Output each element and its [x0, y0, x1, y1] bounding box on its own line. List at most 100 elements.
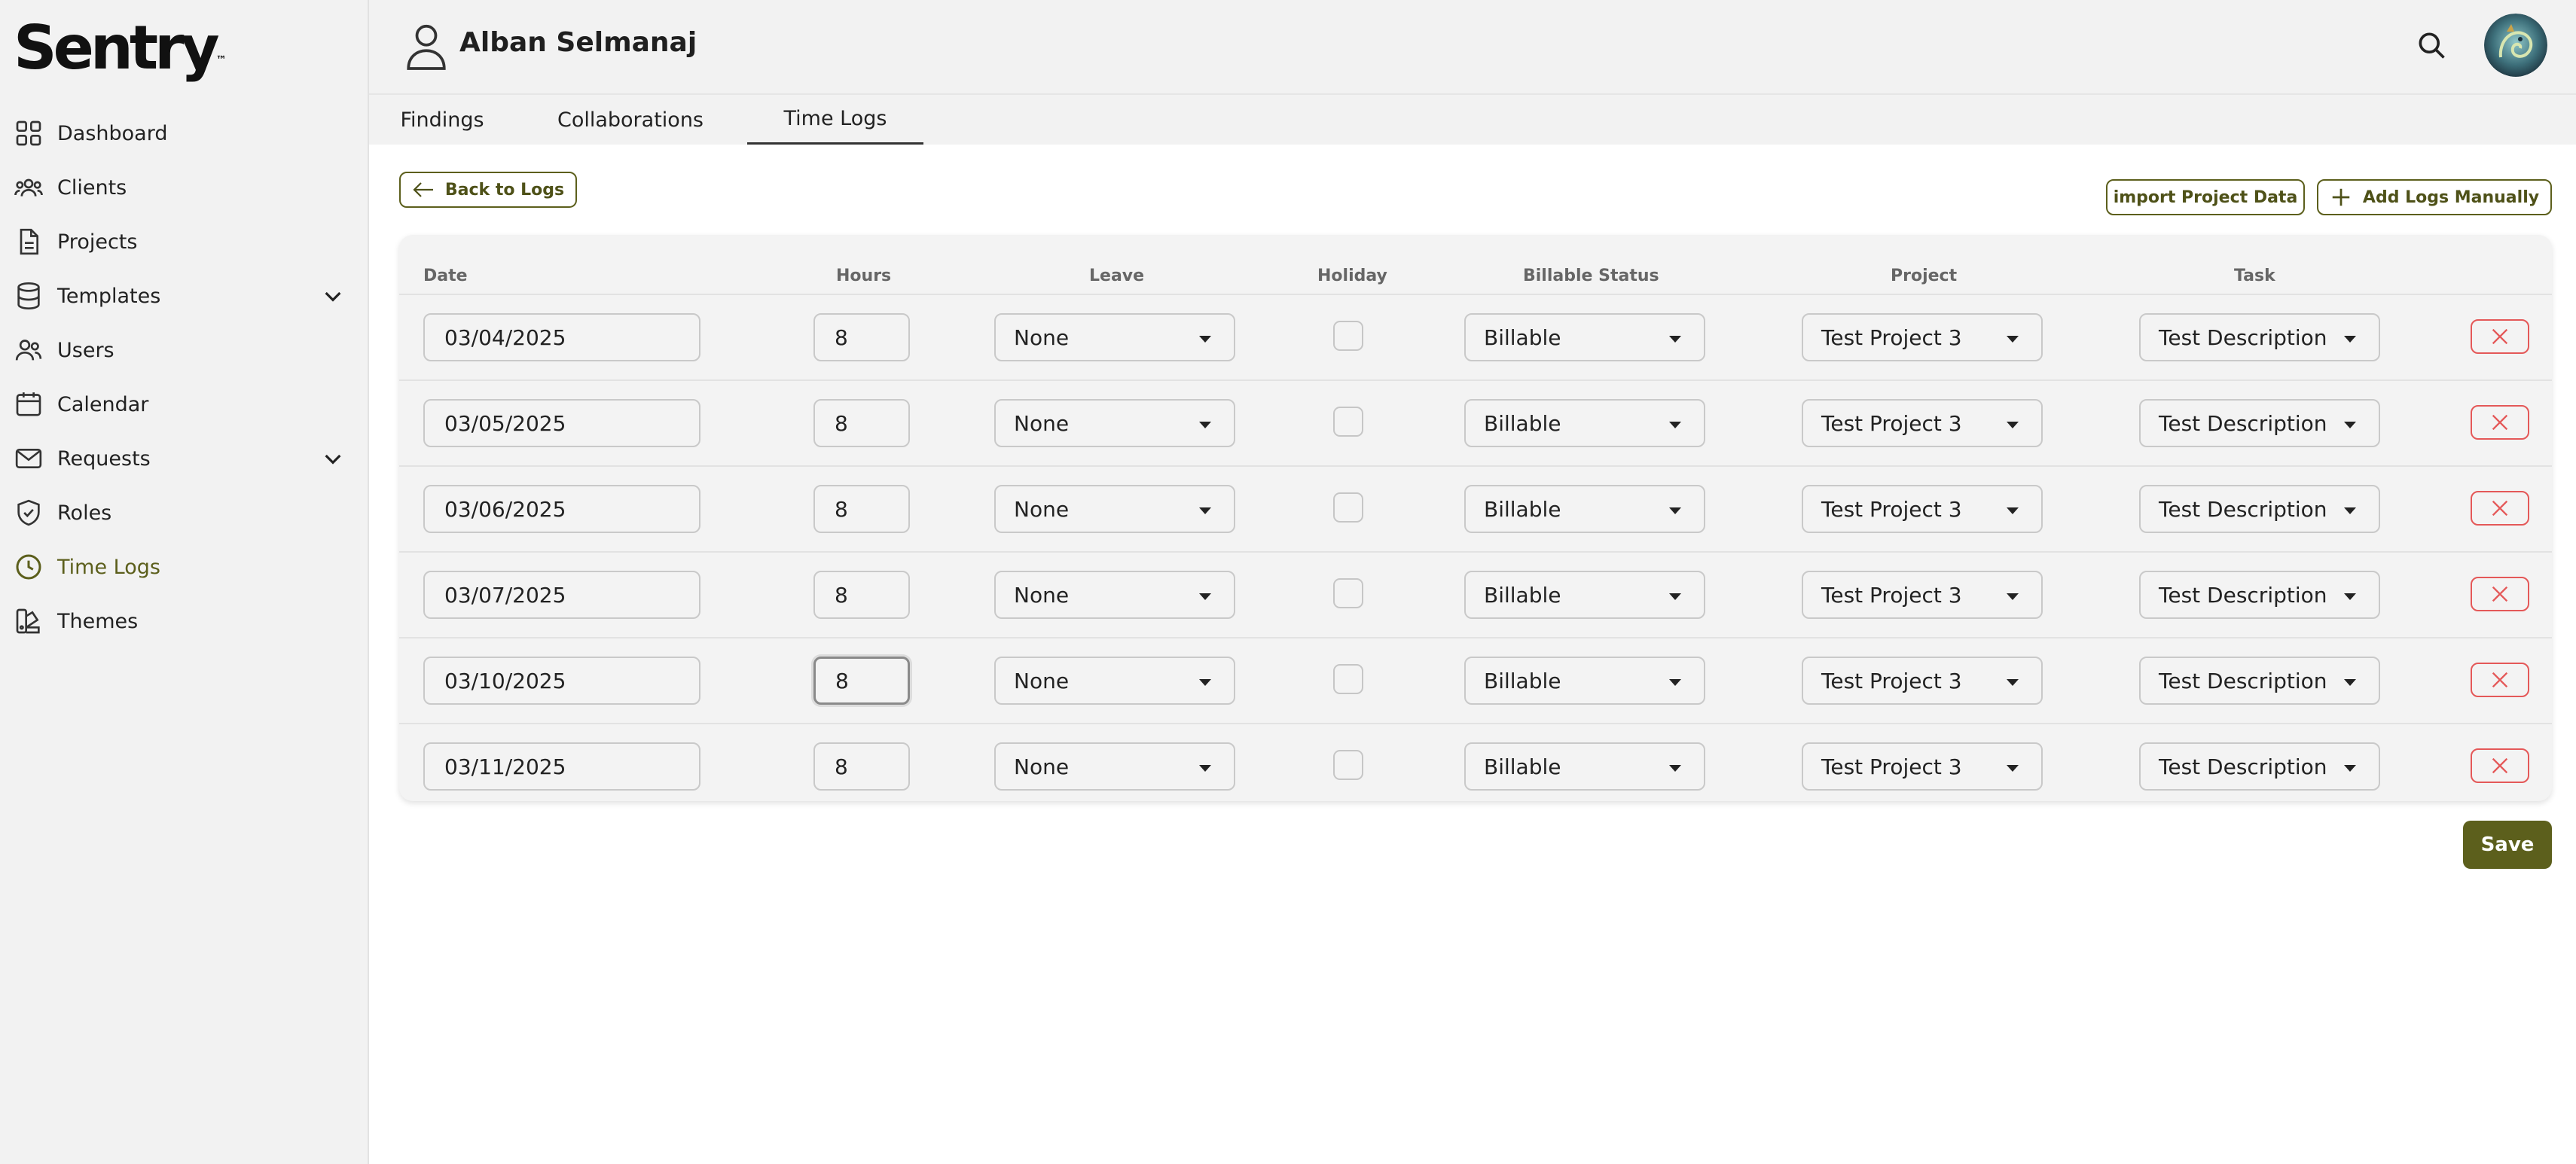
date-input[interactable]: 03/04/2025 — [423, 313, 700, 361]
caret-down-icon — [2344, 507, 2356, 514]
project-select[interactable]: Test Project 3 — [1802, 742, 2043, 791]
search-icon[interactable] — [2415, 29, 2448, 62]
project-value: Test Project 3 — [1821, 496, 1962, 522]
holiday-checkbox[interactable] — [1333, 750, 1363, 780]
project-value: Test Project 3 — [1821, 325, 1962, 350]
delete-row-button[interactable] — [2471, 319, 2529, 354]
leave-select[interactable]: None — [994, 742, 1235, 791]
chevron-down-icon[interactable] — [321, 284, 345, 308]
billable-status-select[interactable]: Billable — [1464, 571, 1705, 619]
task-value: Test Description — [2159, 582, 2327, 608]
hours-input[interactable]: 8 — [813, 313, 910, 361]
leave-value: None — [1014, 410, 1070, 436]
back-to-logs-button[interactable]: Back to Logs — [399, 172, 577, 208]
holiday-checkbox[interactable] — [1333, 321, 1363, 351]
sidebar-item-users[interactable]: Users — [14, 328, 345, 373]
sidebar-item-time-logs[interactable]: Time Logs — [14, 544, 345, 590]
sidebar-item-themes[interactable]: Themes — [14, 599, 345, 644]
leave-select[interactable]: None — [994, 657, 1235, 705]
project-select[interactable]: Test Project 3 — [1802, 571, 2043, 619]
billable-status-value: Billable — [1484, 496, 1561, 522]
sidebar: Sentry™ Dashboard Clients Projects Templ… — [0, 0, 369, 1164]
sidebar-item-projects[interactable]: Projects — [14, 219, 345, 264]
tab-label: Findings — [400, 108, 484, 132]
leave-select[interactable]: None — [994, 485, 1235, 533]
delete-row-button[interactable] — [2471, 663, 2529, 697]
task-select[interactable]: Test Description — [2139, 399, 2380, 447]
header-date: Date — [423, 267, 468, 285]
chevron-down-icon[interactable] — [321, 446, 345, 471]
caret-down-icon — [2007, 336, 2019, 343]
delete-row-button[interactable] — [2471, 405, 2529, 440]
leave-select[interactable]: None — [994, 571, 1235, 619]
holiday-checkbox[interactable] — [1333, 492, 1363, 523]
header-task: Task — [2234, 267, 2275, 285]
leave-select[interactable]: None — [994, 399, 1235, 447]
palette-icon — [14, 606, 44, 636]
task-select[interactable]: Test Description — [2139, 485, 2380, 533]
sidebar-item-label: Clients — [57, 175, 127, 200]
delete-row-button[interactable] — [2471, 491, 2529, 526]
project-select[interactable]: Test Project 3 — [1802, 399, 2043, 447]
task-select[interactable]: Test Description — [2139, 571, 2380, 619]
date-input[interactable]: 03/06/2025 — [423, 485, 700, 533]
import-project-data-button[interactable]: import Project Data — [2106, 179, 2305, 215]
hours-input[interactable]: 8 — [813, 657, 910, 705]
project-select[interactable]: Test Project 3 — [1802, 485, 2043, 533]
hours-input[interactable]: 8 — [813, 571, 910, 619]
leave-value: None — [1014, 668, 1070, 693]
task-value: Test Description — [2159, 496, 2327, 522]
save-button[interactable]: Save — [2463, 821, 2552, 869]
caret-down-icon — [2344, 422, 2356, 428]
hours-input[interactable]: 8 — [813, 742, 910, 791]
add-logs-manually-button[interactable]: Add Logs Manually — [2317, 179, 2552, 215]
sidebar-item-dashboard[interactable]: Dashboard — [14, 111, 345, 156]
caret-down-icon — [2344, 679, 2356, 686]
sidebar-item-requests[interactable]: Requests — [14, 436, 345, 481]
caret-down-icon — [1669, 679, 1681, 686]
date-input[interactable]: 03/05/2025 — [423, 399, 700, 447]
holiday-checkbox[interactable] — [1333, 664, 1363, 694]
sidebar-item-templates[interactable]: Templates — [14, 273, 345, 318]
task-select[interactable]: Test Description — [2139, 313, 2380, 361]
billable-status-select[interactable]: Billable — [1464, 313, 1705, 361]
tab-time-logs[interactable]: Time Logs — [747, 95, 923, 145]
time-logs-table: Date Hours Leave Holiday Billable Status… — [399, 235, 2552, 801]
sidebar-item-clients[interactable]: Clients — [14, 165, 345, 210]
date-input[interactable]: 03/07/2025 — [423, 571, 700, 619]
leave-select[interactable]: None — [994, 313, 1235, 361]
delete-row-button[interactable] — [2471, 577, 2529, 611]
project-value: Test Project 3 — [1821, 582, 1962, 608]
sidebar-item-calendar[interactable]: Calendar — [14, 382, 345, 427]
task-select[interactable]: Test Description — [2139, 657, 2380, 705]
sidebar-item-label: Users — [57, 338, 114, 362]
holiday-checkbox[interactable] — [1333, 407, 1363, 437]
hours-input[interactable]: 8 — [813, 399, 910, 447]
table-row: 03/04/2025 8 None Billable Test Project … — [399, 294, 2552, 379]
table-row: 03/07/2025 8 None Billable Test Project … — [399, 551, 2552, 637]
project-value: Test Project 3 — [1821, 668, 1962, 693]
tab-bar: Findings Collaborations Time Logs — [369, 93, 2576, 145]
caret-down-icon — [1669, 336, 1681, 343]
avatar[interactable] — [2484, 14, 2547, 77]
billable-status-select[interactable]: Billable — [1464, 742, 1705, 791]
project-select[interactable]: Test Project 3 — [1802, 657, 2043, 705]
billable-status-select[interactable]: Billable — [1464, 657, 1705, 705]
billable-status-select[interactable]: Billable — [1464, 485, 1705, 533]
header-billable-status: Billable Status — [1523, 267, 1659, 285]
delete-row-button[interactable] — [2471, 748, 2529, 783]
hours-input[interactable]: 8 — [813, 485, 910, 533]
close-icon — [2492, 500, 2508, 516]
tab-collaborations[interactable]: Collaborations — [550, 95, 711, 145]
sidebar-item-roles[interactable]: Roles — [14, 490, 345, 535]
billable-status-select[interactable]: Billable — [1464, 399, 1705, 447]
date-input[interactable]: 03/11/2025 — [423, 742, 700, 791]
project-select[interactable]: Test Project 3 — [1802, 313, 2043, 361]
leave-value: None — [1014, 582, 1070, 608]
task-select[interactable]: Test Description — [2139, 742, 2380, 791]
holiday-checkbox[interactable] — [1333, 578, 1363, 608]
tab-findings[interactable]: Findings — [400, 95, 484, 145]
sidebar-item-label: Projects — [57, 230, 138, 254]
sentry-logo[interactable]: Sentry™ — [14, 11, 227, 86]
date-input[interactable]: 03/10/2025 — [423, 657, 700, 705]
